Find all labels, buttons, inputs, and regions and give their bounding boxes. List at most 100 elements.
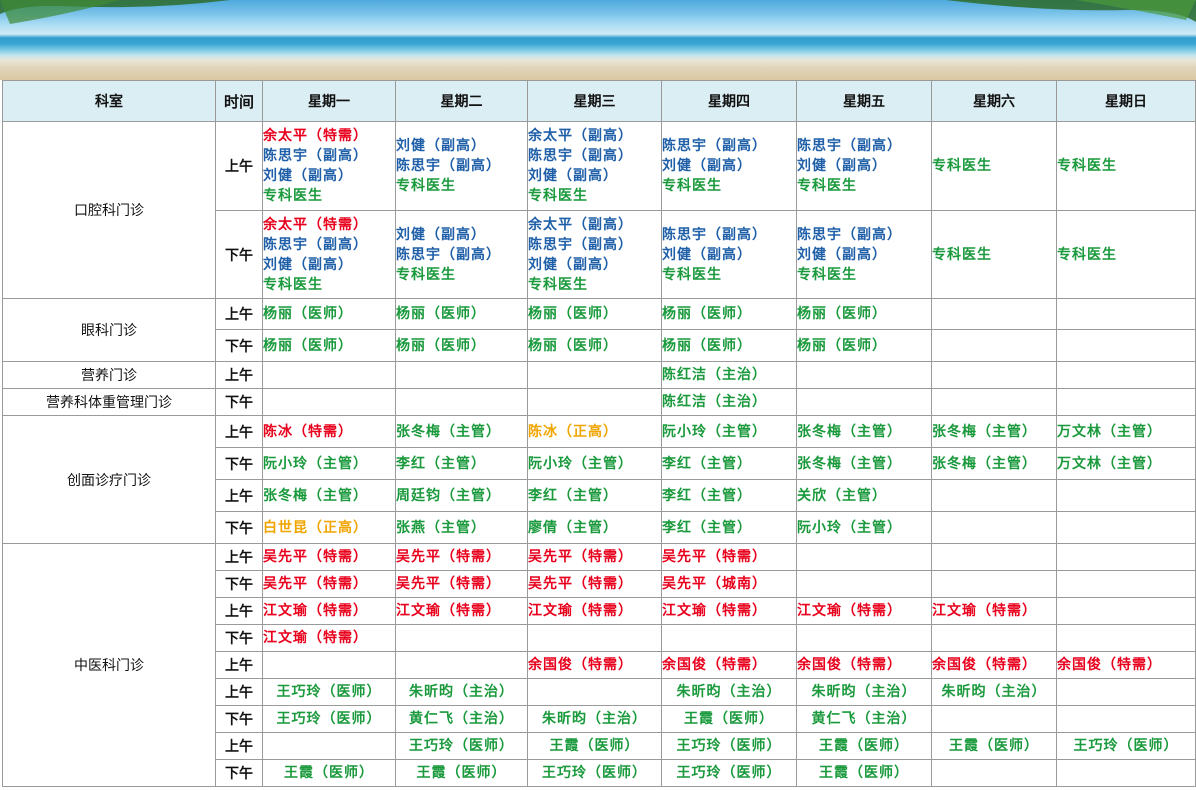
doctor-entry: 陈思宇（副高） — [263, 236, 368, 253]
doctor-entry: 吴先平（特需） — [263, 549, 368, 565]
doctor-entry: 江文瑜（特需） — [528, 603, 633, 619]
doctor-entry: 王巧玲（医师） — [276, 711, 382, 727]
doctor-entry: 余太平（特需） — [263, 216, 368, 233]
schedule-cell: 陈思宇（副高） 刘健（副高） 专科医生 — [796, 121, 932, 211]
time-slot: 上午 — [215, 479, 263, 512]
schedule-cell: 张冬梅（主管） — [395, 415, 528, 448]
header-day: 星期五 — [796, 80, 932, 122]
time-slot: 下午 — [215, 570, 263, 598]
schedule-cell — [1056, 388, 1196, 416]
schedule-cell: 吴先平（特需） — [527, 543, 662, 571]
doctor-entry: 江文瑜（特需） — [263, 603, 368, 619]
schedule-body: 口腔科门诊 上午 余太平（特需） 陈思宇（副高） 刘健（副高） 专科医生 刘健（副高） 陈思宇… — [2, 121, 1196, 787]
doctor-entry: 朱昕昀（主治） — [811, 684, 917, 700]
table-row: 营养科体重管理门诊 下午 陈红洁（主治） — [2, 388, 1196, 416]
doctor-entry: 江文瑜（特需） — [797, 603, 902, 619]
schedule-cell: 白世昆（正高） — [262, 511, 396, 544]
doctor-entry: 余国俊（特需） — [797, 657, 902, 673]
schedule-cell: 专科医生 — [931, 210, 1057, 299]
doctor-entry: 刘健（副高） — [263, 168, 353, 184]
doctor-entry: 李红（主管） — [396, 455, 486, 472]
schedule-cell: 江文瑜（特需） — [661, 597, 797, 625]
schedule-cell — [1056, 759, 1196, 787]
doctor-entry: 余国俊（特需） — [1057, 657, 1162, 673]
doctor-entry: 王巧玲（医师） — [1073, 738, 1179, 754]
doctor-entry: 陈思宇（副高） — [797, 226, 902, 243]
doctor-entry: 刘健（副高） — [263, 256, 353, 273]
time-slot: 上午 — [215, 543, 263, 571]
department-name: 眼科门诊 — [2, 298, 216, 362]
schedule-cell — [262, 651, 396, 679]
doctor-entry: 余太平（副高） — [528, 128, 633, 144]
schedule-cell: 王巧玲（医师） — [661, 759, 797, 787]
schedule-cell: 张冬梅（主管） — [262, 479, 396, 512]
schedule-cell: 杨丽（医师） — [395, 329, 528, 362]
schedule-cell: 吴先平（特需） — [527, 570, 662, 598]
schedule-cell: 张冬梅（主管） — [931, 447, 1057, 480]
schedule-cell: 王霞（医师） — [661, 705, 797, 733]
table-row: 中医科门诊 上午 吴先平（特需） 吴先平（特需） 吴先平（特需） 吴先平（特需） — [2, 543, 1196, 787]
schedule-cell — [527, 624, 662, 652]
schedule-cell: 杨丽（医师） — [262, 298, 396, 330]
doctor-entry: 陈冰（正高） — [528, 423, 618, 440]
schedule-cell — [527, 361, 662, 389]
doctor-entry: 余太平（特需） — [263, 128, 368, 144]
schedule-cell: 杨丽（医师） — [395, 298, 528, 330]
time-slot: 下午 — [215, 705, 263, 733]
schedule-cell: 朱昕昀（主治） — [796, 678, 932, 706]
schedule-cell — [796, 543, 932, 571]
palm-leaves-left-icon — [0, 0, 230, 24]
schedule-cell — [796, 624, 932, 652]
schedule-cell — [1056, 361, 1196, 389]
doctor-entry: 陈思宇（副高） — [662, 138, 767, 154]
schedule-cell: 周廷钧（主管） — [395, 479, 528, 512]
header-day: 星期六 — [931, 80, 1057, 122]
schedule-cell: 余国俊（特需） — [796, 651, 932, 679]
doctor-entry: 江文瑜（特需） — [932, 603, 1037, 619]
doctor-entry: 关欣（主管） — [797, 487, 887, 504]
schedule-cell: 李红（主管） — [661, 511, 797, 544]
schedule-cell: 王霞（医师） — [262, 759, 396, 787]
schedule-cell: 关欣（主管） — [796, 479, 932, 512]
doctor-entry: 刘健（副高） — [396, 226, 486, 243]
schedule-cell: 陈思宇（副高） 刘健（副高） 专科医生 — [796, 210, 932, 299]
header-dept: 科室 — [2, 80, 216, 122]
doctor-entry: 专科医生 — [797, 266, 857, 283]
doctor-entry: 张冬梅（主管） — [797, 455, 902, 472]
schedule-cell — [262, 361, 396, 389]
doctor-entry: 杨丽（医师） — [396, 306, 486, 322]
schedule-cell: 张冬梅（主管） — [796, 415, 932, 448]
time-slot: 上午 — [215, 298, 263, 330]
time-slot: 上午 — [215, 597, 263, 625]
doctor-entry: 陈思宇（副高） — [797, 138, 902, 154]
schedule-cell: 余太平（特需） 陈思宇（副高） 刘健（副高） 专科医生 — [262, 210, 396, 299]
doctor-entry: 陈红洁（主治） — [662, 394, 767, 410]
schedule-cell: 杨丽（医师） — [262, 329, 396, 362]
doctor-entry: 朱昕昀（主治） — [409, 684, 514, 700]
schedule-cell: 黄仁飞（主治） — [796, 705, 932, 733]
doctor-entry: 专科医生 — [797, 178, 857, 194]
schedule-cell — [1056, 705, 1196, 733]
schedule-cell: 余国俊（特需） — [661, 651, 797, 679]
schedule-cell: 吴先平（特需） — [661, 543, 797, 571]
schedule-cell: 余国俊（特需） — [931, 651, 1057, 679]
schedule-cell — [931, 624, 1057, 652]
doctor-entry: 陈冰（特需） — [263, 423, 353, 440]
schedule-cell: 专科医生 — [931, 121, 1057, 211]
time-slot: 下午 — [215, 388, 263, 416]
doctor-entry: 王巧玲（医师） — [409, 738, 514, 754]
schedule-cell: 陈冰（正高） — [527, 415, 662, 448]
schedule-cell: 王霞（医师） — [796, 732, 932, 760]
doctor-entry: 江文瑜（特需） — [662, 603, 767, 619]
schedule-cell — [1056, 597, 1196, 625]
doctor-entry: 王霞（医师） — [284, 765, 374, 781]
doctor-entry: 刘健（副高） — [528, 256, 618, 273]
schedule-cell — [1056, 479, 1196, 512]
beach-banner — [0, 0, 1196, 80]
time-slot: 上午 — [215, 732, 263, 760]
doctor-entry: 专科医生 — [263, 276, 323, 293]
time-slot: 下午 — [215, 329, 263, 362]
doctor-entry: 专科医生 — [528, 276, 588, 293]
schedule-cell: 黄仁飞（主治） — [395, 705, 528, 733]
doctor-entry: 刘健（副高） — [797, 158, 887, 174]
